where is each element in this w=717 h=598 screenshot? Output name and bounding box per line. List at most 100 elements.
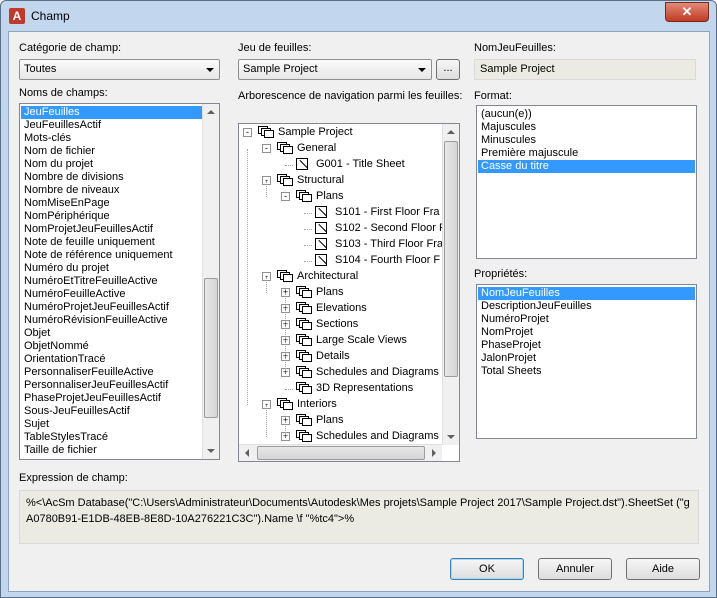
field-name-item[interactable]: TableStylesTracé bbox=[21, 431, 203, 444]
tree-node[interactable]: Elevations bbox=[316, 301, 367, 316]
format-list[interactable]: (aucun(e)) Majuscules Minuscules Première m… bbox=[476, 105, 697, 259]
field-name-item[interactable]: PersonnaliserFeuilleActive bbox=[21, 366, 203, 379]
format-items: (aucun(e)) Majuscules Minuscules Première m… bbox=[478, 108, 695, 173]
tree-connector bbox=[285, 389, 293, 390]
field-names-scrollbar[interactable] bbox=[202, 104, 219, 459]
format-item[interactable]: (aucun(e)) bbox=[478, 108, 695, 121]
tree-node[interactable]: G001 - Title Sheet bbox=[316, 157, 405, 172]
field-name-item[interactable]: JeuFeuillesActif bbox=[21, 119, 203, 132]
property-item[interactable]: JalonProjet bbox=[478, 352, 695, 365]
field-name-item[interactable]: Note de feuille uniquement bbox=[21, 236, 203, 249]
sheet-icon bbox=[315, 238, 327, 250]
browse-button[interactable]: ... bbox=[436, 59, 460, 80]
scroll-down-button[interactable] bbox=[203, 442, 219, 459]
tree-node[interactable]: Sections bbox=[316, 317, 358, 332]
collapse-icon[interactable]: - bbox=[281, 192, 290, 201]
tree-vscrollbar[interactable] bbox=[442, 124, 459, 445]
category-dropdown[interactable]: Toutes bbox=[19, 59, 220, 80]
scroll-left-button[interactable] bbox=[239, 445, 256, 461]
sheet-set-icon bbox=[296, 414, 312, 427]
property-item[interactable]: DescriptionJeuFeuilles bbox=[478, 300, 695, 313]
sheet-set-icon bbox=[296, 286, 312, 299]
tree-node[interactable]: Structural bbox=[297, 173, 344, 188]
field-name-item[interactable]: Nom du projet bbox=[21, 158, 203, 171]
field-name-item[interactable]: Sous-JeuFeuillesActif bbox=[21, 405, 203, 418]
property-item[interactable]: Total Sheets bbox=[478, 365, 695, 378]
scroll-down-button[interactable] bbox=[443, 428, 459, 445]
sheet-set-icon bbox=[296, 318, 312, 331]
tree-node[interactable]: Sample Project bbox=[278, 125, 353, 140]
field-name-item[interactable]: Mots-clés bbox=[21, 132, 203, 145]
tree-node[interactable]: Interiors bbox=[297, 397, 337, 412]
field-name-item[interactable]: JeuFeuilles bbox=[21, 106, 203, 119]
tree-hscrollbar[interactable] bbox=[239, 444, 442, 461]
tree-node[interactable]: S103 - Third Floor Fra bbox=[335, 237, 443, 252]
tree-connector bbox=[285, 293, 286, 373]
property-item[interactable]: PhaseProjet bbox=[478, 339, 695, 352]
field-name-item[interactable]: PersonnaliserJeuFeuillesActif bbox=[21, 379, 203, 392]
field-name-item[interactable]: Numéro du projet bbox=[21, 262, 203, 275]
field-name-item[interactable]: NomMiseEnPage bbox=[21, 197, 203, 210]
tree-node[interactable]: 3D Representations bbox=[316, 381, 413, 396]
collapse-icon[interactable]: - bbox=[262, 144, 271, 153]
tree-node[interactable]: Large Scale Views bbox=[316, 333, 407, 348]
ok-button[interactable]: OK bbox=[450, 558, 524, 580]
field-name-item[interactable]: NomProjetJeuFeuillesActif bbox=[21, 223, 203, 236]
collapse-icon[interactable]: - bbox=[243, 128, 252, 137]
property-item[interactable]: NomProjet bbox=[478, 326, 695, 339]
tree-node[interactable]: General bbox=[297, 141, 336, 156]
tree-node[interactable]: Plans bbox=[316, 189, 344, 204]
format-item[interactable]: Majuscules bbox=[478, 121, 695, 134]
field-name-item[interactable]: Objet bbox=[21, 327, 203, 340]
field-name-item[interactable]: PhaseProjetJeuFeuillesActif bbox=[21, 392, 203, 405]
field-name-item[interactable]: NuméroProjetJeuFeuillesActif bbox=[21, 301, 203, 314]
scroll-right-button[interactable] bbox=[425, 445, 442, 461]
format-label: Format: bbox=[474, 90, 512, 102]
sheet-set-value: Sample Project bbox=[243, 63, 318, 75]
tree-node[interactable]: Plans bbox=[316, 413, 344, 428]
sheet-set-dropdown[interactable]: Sample Project bbox=[238, 59, 432, 80]
field-name-item[interactable]: NomPériphérique bbox=[21, 210, 203, 223]
format-item[interactable]: Minuscules bbox=[478, 134, 695, 147]
scroll-thumb[interactable] bbox=[257, 446, 425, 460]
tree-node[interactable]: S102 - Second Floor F bbox=[335, 221, 444, 236]
field-name-item[interactable]: Sujet bbox=[21, 418, 203, 431]
properties-list[interactable]: NomJeuFeuilles DescriptionJeuFeuilles Numé… bbox=[476, 284, 697, 439]
field-name-item[interactable]: OrientationTracé bbox=[21, 353, 203, 366]
format-item[interactable]: Première majuscule bbox=[478, 147, 695, 160]
tree-node[interactable]: S104 - Fourth Floor F bbox=[335, 253, 440, 268]
field-name-item[interactable]: Nombre de niveaux bbox=[21, 184, 203, 197]
field-name-item[interactable]: Note de référence uniquement bbox=[21, 249, 203, 262]
sheet-tree[interactable]: - Sample Project - General G001 - Title Shee… bbox=[238, 123, 460, 462]
scroll-thumb[interactable] bbox=[204, 278, 218, 418]
field-name-item[interactable]: Nom de fichier bbox=[21, 145, 203, 158]
tree-node[interactable]: Details bbox=[316, 349, 350, 364]
tree-node[interactable]: S101 - First Floor Fra bbox=[335, 205, 440, 220]
field-name-item[interactable]: NuméroRévisionFeuilleActive bbox=[21, 314, 203, 327]
field-name-item[interactable]: NuméroFeuilleActive bbox=[21, 288, 203, 301]
sheet-icon bbox=[315, 206, 327, 218]
nom-jeu-value: Sample Project bbox=[474, 59, 696, 80]
property-item[interactable]: NuméroProjet bbox=[478, 313, 695, 326]
title-bar[interactable]: A Champ ✕ bbox=[1, 1, 716, 31]
cancel-button[interactable]: Annuler bbox=[538, 558, 612, 580]
close-icon: ✕ bbox=[681, 4, 693, 19]
field-name-item[interactable]: NuméroEtTitreFeuilleActive bbox=[21, 275, 203, 288]
help-button[interactable]: Aide bbox=[626, 558, 700, 580]
tree-connector bbox=[285, 421, 286, 437]
properties-label: Propriétés: bbox=[474, 268, 528, 280]
field-names-list[interactable]: JeuFeuilles JeuFeuillesActif Mots-clés Nom … bbox=[19, 103, 220, 460]
scroll-up-button[interactable] bbox=[203, 104, 219, 121]
tree-node[interactable]: Schedules and Diagrams bbox=[316, 429, 439, 444]
tree-node[interactable]: Architectural bbox=[297, 269, 358, 284]
tree-node[interactable]: Schedules and Diagrams bbox=[316, 365, 439, 380]
field-name-item[interactable]: Taille de fichier bbox=[21, 444, 203, 457]
property-item[interactable]: NomJeuFeuilles bbox=[478, 287, 695, 300]
field-name-item[interactable]: Nombre de divisions bbox=[21, 171, 203, 184]
scroll-thumb[interactable] bbox=[444, 141, 458, 377]
tree-node[interactable]: Plans bbox=[316, 285, 344, 300]
close-button[interactable]: ✕ bbox=[665, 2, 709, 22]
scroll-up-button[interactable] bbox=[443, 124, 459, 141]
format-item[interactable]: Casse du titre bbox=[478, 160, 695, 173]
field-name-item[interactable]: ObjetNommé bbox=[21, 340, 203, 353]
